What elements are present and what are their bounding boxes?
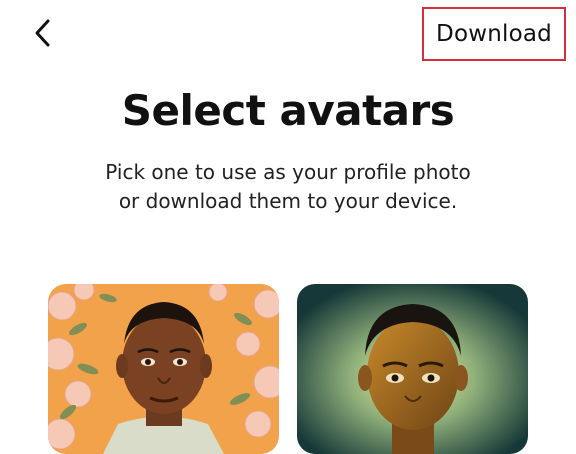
avatar-option-1[interactable] [48,284,279,454]
download-button[interactable]: Download [422,7,566,61]
chevron-left-icon [33,18,53,52]
subtitle-line-1: Pick one to use as your profile photo [105,160,471,184]
download-label: Download [436,21,552,47]
page-title: Select avatars [121,86,455,135]
avatar-image-floral [48,284,279,454]
avatar-option-2[interactable] [297,284,528,454]
avatar-image-golden [297,284,528,454]
back-button[interactable] [26,18,60,52]
subtitle-line-2: or download them to your device. [118,189,458,213]
page-subtitle: Pick one to use as your profile photo or… [0,158,576,216]
